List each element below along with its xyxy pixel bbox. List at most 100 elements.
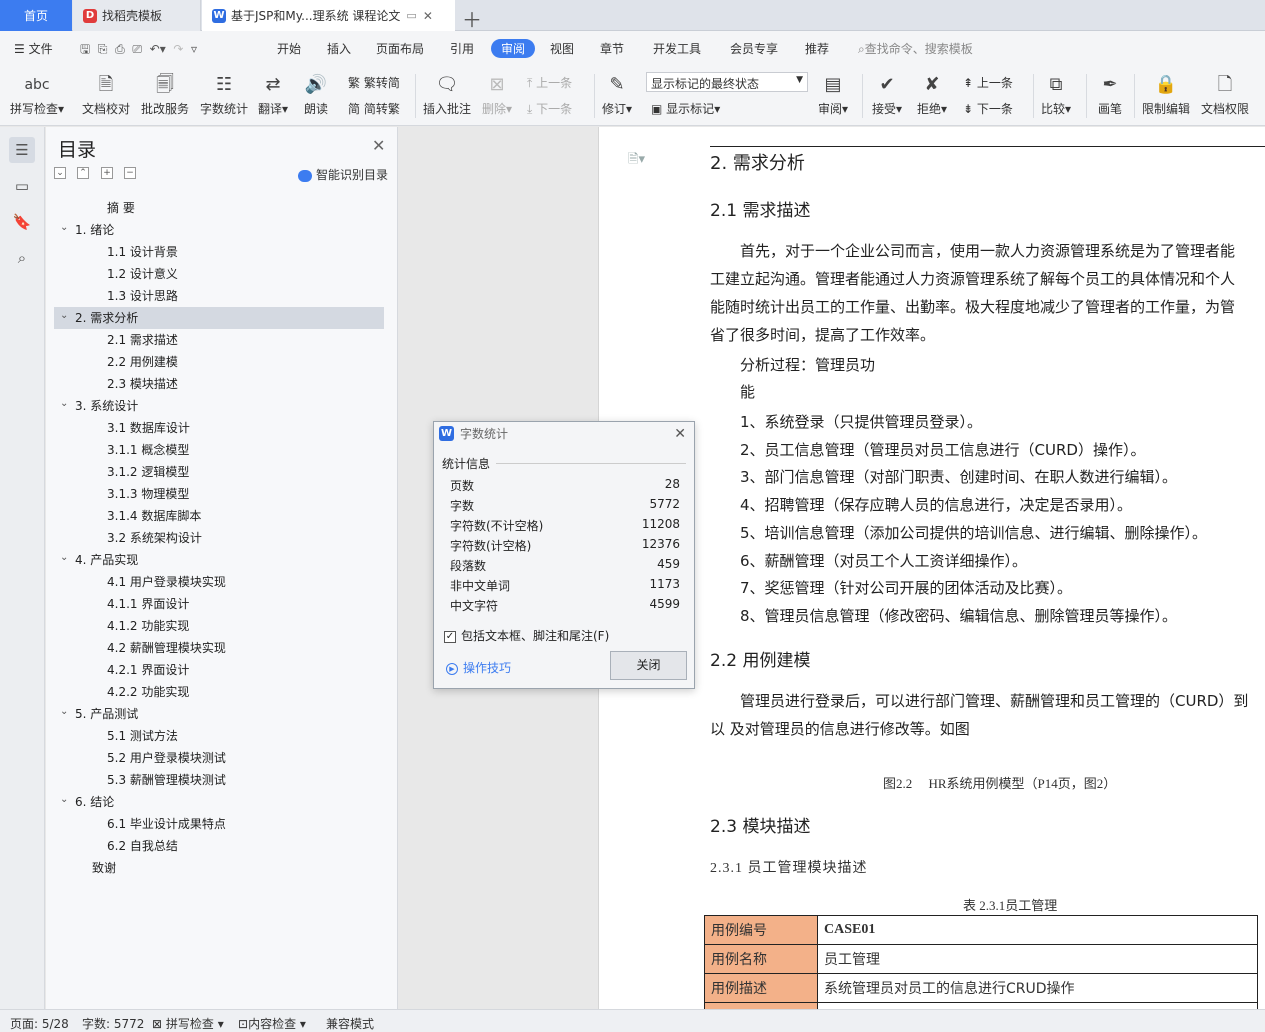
toc-item[interactable]: 5.3 薪酬管理模块测试 bbox=[46, 769, 398, 791]
toc-item[interactable]: ⌄ 2. 需求分析 bbox=[54, 307, 384, 329]
toc-item[interactable]: ⌄ 6. 结论 bbox=[46, 791, 398, 813]
toc-item[interactable]: 1.1 设计背景 bbox=[46, 241, 398, 263]
smart-toc-button[interactable]: 智能识别目录 bbox=[298, 166, 388, 183]
spell-check-status[interactable]: ⊠ 拼写检查 ▾ bbox=[152, 1015, 224, 1032]
paragraph-menu-icon[interactable]: 🗎▾ bbox=[628, 150, 645, 172]
toc-item[interactable]: 2.3 模块描述 bbox=[46, 373, 398, 395]
menu-chapter[interactable]: 章节 bbox=[600, 40, 624, 57]
menu-reference[interactable]: 引用 bbox=[450, 40, 474, 57]
preview-icon[interactable]: ⎚ bbox=[132, 42, 142, 56]
export-icon[interactable]: ⎘ bbox=[98, 42, 108, 56]
delete-comment-button[interactable]: ⊠ 删除▾ bbox=[482, 70, 512, 117]
toc-icon[interactable]: ☰ bbox=[9, 137, 35, 163]
word-count-button[interactable]: ☷ 字数统计 bbox=[200, 70, 248, 117]
tab-close-icon[interactable]: ✕ bbox=[423, 9, 433, 23]
print-icon[interactable]: ⎙ bbox=[115, 42, 125, 56]
word-count-indicator[interactable]: 字数: 5772 bbox=[82, 1015, 144, 1032]
chevron-down-icon[interactable]: ⌄ bbox=[60, 217, 68, 239]
save-icon[interactable]: 🖫 bbox=[80, 42, 90, 56]
toc-item[interactable]: ⌄ 3. 系统设计 bbox=[46, 395, 398, 417]
chevron-down-icon[interactable]: ⌄ bbox=[60, 789, 68, 811]
to-simplified-button[interactable]: 简 简转繁 bbox=[348, 100, 400, 117]
chapter-icon[interactable]: ▭ bbox=[9, 173, 35, 199]
toc-item[interactable]: 3.1.2 逻辑模型 bbox=[46, 461, 398, 483]
menu-review[interactable]: 审阅 bbox=[491, 39, 536, 58]
chevron-down-icon[interactable]: ⌄ bbox=[60, 393, 68, 415]
tips-link[interactable]: ▶ 操作技巧 bbox=[446, 659, 511, 676]
toc-item[interactable]: 4.1.1 界面设计 bbox=[46, 593, 398, 615]
compare-button[interactable]: ⧉ 比较▾ bbox=[1041, 70, 1071, 117]
command-search[interactable]: ⌕查找命令、搜索模板 bbox=[858, 40, 973, 57]
toc-item[interactable]: 3.2 系统架构设计 bbox=[46, 527, 398, 549]
spell-check-button[interactable]: abc 拼写检查▾ bbox=[10, 70, 64, 117]
toc-item[interactable]: 4.2.1 界面设计 bbox=[46, 659, 398, 681]
translate-button[interactable]: ⇄ 翻译▾ bbox=[258, 70, 288, 117]
toc-item[interactable]: 摘 要 bbox=[46, 197, 398, 219]
toc-item[interactable]: 6.1 毕业设计成果特点 bbox=[46, 813, 398, 835]
insert-comment-button[interactable]: 🗨 插入批注 bbox=[423, 70, 471, 117]
doc-rights-button[interactable]: 🗋 文档权限 bbox=[1201, 70, 1249, 117]
toc-item[interactable]: 2.1 需求描述 bbox=[46, 329, 398, 351]
tab-document[interactable]: W 基于JSP和My...理系统 课程论文 ▭ ✕ bbox=[202, 0, 455, 31]
toc-item[interactable]: 5.1 测试方法 bbox=[46, 725, 398, 747]
chevron-down-icon[interactable]: ⌄ bbox=[60, 701, 68, 723]
toc-item[interactable]: 4.2.2 功能实现 bbox=[46, 681, 398, 703]
revise-button[interactable]: ✎ 修订▾ bbox=[602, 70, 632, 117]
prev-comment-button[interactable]: ⤒ 上一条 bbox=[527, 74, 572, 91]
new-tab-icon[interactable]: ＋ bbox=[462, 4, 482, 33]
toc-item[interactable]: 2.2 用例建模 bbox=[46, 351, 398, 373]
tab-home[interactable]: 首页 bbox=[0, 0, 72, 31]
reject-button[interactable]: ✘ 拒绝▾ bbox=[917, 70, 947, 117]
toc-item[interactable]: 3.1 数据库设计 bbox=[46, 417, 398, 439]
close-icon[interactable]: ✕ bbox=[372, 136, 385, 155]
batch-service-button[interactable]: 🗐 批改服务 bbox=[141, 70, 189, 117]
pen-button[interactable]: ✒ 画笔 bbox=[1098, 70, 1122, 117]
toc-item[interactable]: 3.1.1 概念模型 bbox=[46, 439, 398, 461]
toc-item[interactable]: 4.2 薪酬管理模块实现 bbox=[46, 637, 398, 659]
menu-layout[interactable]: 页面布局 bbox=[376, 40, 424, 57]
include-footnotes-checkbox[interactable]: ✓ 包括文本框、脚注和尾注(F) bbox=[444, 627, 609, 644]
tab-template[interactable]: D 找稻壳模板 bbox=[73, 0, 201, 31]
content-check-status[interactable]: ⊡内容检查 ▾ bbox=[238, 1015, 306, 1032]
doc-proof-button[interactable]: 🗎 文档校对 bbox=[82, 70, 130, 117]
to-traditional-button[interactable]: 繁 繁转简 bbox=[348, 74, 400, 91]
remove-level-icon[interactable]: − bbox=[124, 167, 136, 179]
menu-insert[interactable]: 插入 bbox=[327, 40, 351, 57]
review-pane-button[interactable]: ▤ 审阅▾ bbox=[818, 70, 848, 117]
undo-icon[interactable]: ↶ bbox=[150, 42, 160, 56]
toc-item[interactable]: 5.2 用户登录模块测试 bbox=[46, 747, 398, 769]
restrict-edit-button[interactable]: 🔒 限制编辑 bbox=[1142, 70, 1190, 117]
next-comment-button[interactable]: ⤓ 下一条 bbox=[527, 100, 572, 117]
collapse-all-icon[interactable]: ⌃ bbox=[77, 167, 89, 179]
markup-state-select[interactable]: 显示标记的最终状态 ▼ bbox=[646, 72, 808, 92]
screen-icon[interactable]: ▭ bbox=[406, 9, 416, 22]
chevron-down-icon[interactable]: ⌄ bbox=[60, 547, 68, 569]
read-aloud-button[interactable]: 🔊 朗读 bbox=[304, 70, 328, 117]
next-change-button[interactable]: ⇟ 下一条 bbox=[963, 100, 1013, 117]
prev-change-button[interactable]: ⇞ 上一条 bbox=[963, 74, 1013, 91]
close-icon[interactable]: ✕ bbox=[674, 422, 686, 446]
more-icon[interactable]: ▿ bbox=[191, 42, 197, 56]
accept-button[interactable]: ✔ 接受▾ bbox=[872, 70, 902, 117]
page-indicator[interactable]: 页面: 5/28 bbox=[10, 1015, 69, 1032]
menu-file[interactable]: ☰ 文件 bbox=[14, 40, 53, 57]
menu-view[interactable]: 视图 bbox=[550, 40, 574, 57]
chevron-down-icon[interactable]: ⌄ bbox=[60, 305, 68, 327]
expand-all-icon[interactable]: ⌄ bbox=[54, 167, 66, 179]
close-button[interactable]: 关闭 bbox=[610, 651, 687, 680]
bookmark-icon[interactable]: 🔖 bbox=[9, 209, 35, 235]
toc-item[interactable]: 致谢 bbox=[46, 857, 398, 879]
menu-start[interactable]: 开始 bbox=[277, 40, 301, 57]
menu-developer[interactable]: 开发工具 bbox=[653, 40, 701, 57]
toc-item[interactable]: 4.1.2 功能实现 bbox=[46, 615, 398, 637]
toc-item[interactable]: 3.1.4 数据库脚本 bbox=[46, 505, 398, 527]
menu-member[interactable]: 会员专享 bbox=[730, 40, 778, 57]
add-level-icon[interactable]: + bbox=[101, 167, 113, 179]
toc-item[interactable]: 1.3 设计思路 bbox=[46, 285, 398, 307]
search-icon[interactable]: ⌕ bbox=[9, 245, 35, 271]
toc-item[interactable]: ⌄ 4. 产品实现 bbox=[46, 549, 398, 571]
toc-item[interactable]: 3.1.3 物理模型 bbox=[46, 483, 398, 505]
toc-item[interactable]: ⌄ 1. 绪论 bbox=[46, 219, 398, 241]
toc-item[interactable]: ⌄ 5. 产品测试 bbox=[46, 703, 398, 725]
toc-item[interactable]: 4.1 用户登录模块实现 bbox=[46, 571, 398, 593]
